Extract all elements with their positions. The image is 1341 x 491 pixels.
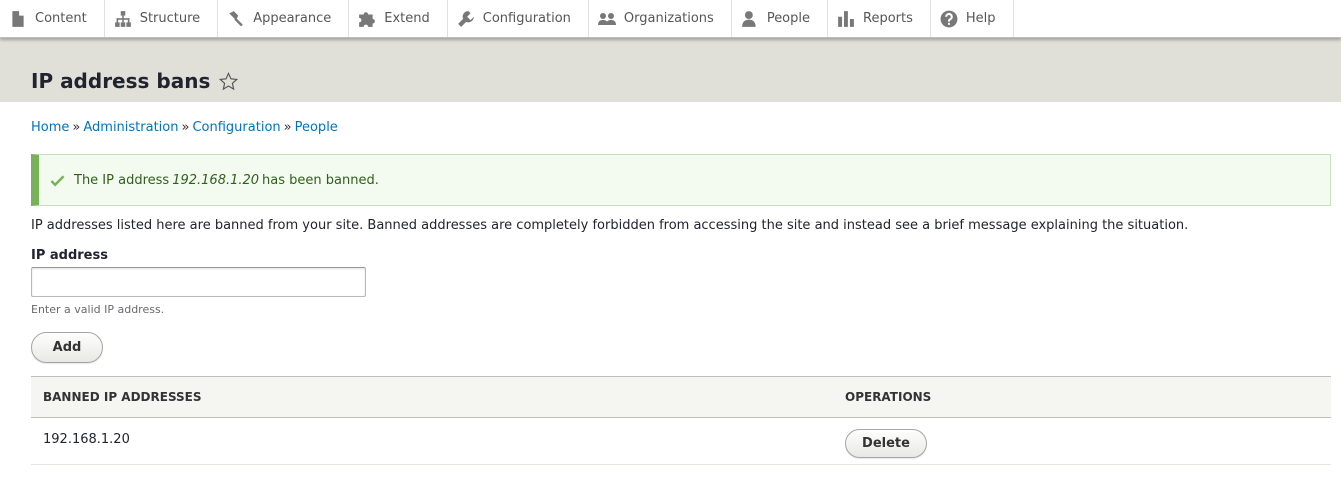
page-title-text: IP address bans bbox=[31, 69, 211, 93]
breadcrumb-people[interactable]: People bbox=[295, 120, 338, 135]
toolbar-item-content[interactable]: Content bbox=[0, 0, 105, 37]
toolbar-item-reports[interactable]: Reports bbox=[828, 0, 931, 37]
checkmark-icon bbox=[50, 173, 65, 188]
ip-address-input[interactable] bbox=[31, 267, 366, 297]
toolbar-item-label: Organizations bbox=[623, 11, 714, 26]
ip-address-label: IP address bbox=[31, 248, 108, 263]
breadcrumb-separator: » bbox=[181, 120, 190, 135]
toolbar-item-label: Help bbox=[965, 11, 996, 26]
banned-ip-table: BANNED IP ADDRESSES OPERATIONS 192.168.1… bbox=[31, 376, 1331, 465]
user-icon bbox=[741, 10, 759, 28]
toolbar-item-label: Extend bbox=[384, 11, 430, 26]
table-row: 192.168.1.20 Delete bbox=[31, 418, 1331, 465]
group-icon bbox=[597, 10, 616, 28]
toolbar-item-label: Reports bbox=[863, 11, 913, 26]
paintbrush-icon bbox=[227, 10, 245, 28]
toolbar-item-structure[interactable]: Structure bbox=[105, 0, 219, 37]
admin-toolbar: Content Structure Appearance Extend Conf… bbox=[0, 0, 1341, 38]
breadcrumb-home[interactable]: Home bbox=[31, 120, 69, 135]
help-icon bbox=[940, 10, 958, 28]
breadcrumb: Home» Administration» Configuration» People bbox=[31, 119, 338, 137]
toolbar-item-label: Structure bbox=[139, 11, 201, 26]
toolbar-item-label: Content bbox=[35, 11, 87, 26]
toolbar-item-appearance[interactable]: Appearance bbox=[218, 0, 350, 37]
status-prefix: The IP address bbox=[74, 172, 170, 188]
star-shortcut-icon[interactable] bbox=[219, 71, 239, 91]
ip-address-help: Enter a valid IP address. bbox=[31, 303, 165, 316]
breadcrumb-configuration[interactable]: Configuration bbox=[192, 120, 280, 135]
breadcrumb-separator: » bbox=[283, 120, 292, 135]
status-message: The IP address 192.168.1.20 has been ban… bbox=[31, 154, 1331, 206]
delete-button[interactable]: Delete bbox=[845, 429, 927, 458]
breadcrumb-administration[interactable]: Administration bbox=[83, 120, 178, 135]
status-ip: 192.168.1.20 bbox=[172, 172, 260, 188]
table-header: BANNED IP ADDRESSES OPERATIONS bbox=[31, 376, 1331, 418]
toolbar-item-label: Appearance bbox=[253, 11, 332, 26]
page-description: IP addresses listed here are banned from… bbox=[31, 218, 1189, 233]
toolbar-item-extend[interactable]: Extend bbox=[349, 0, 448, 37]
toolbar-item-label: Configuration bbox=[482, 11, 571, 26]
column-header-operations: OPERATIONS bbox=[845, 390, 932, 404]
status-suffix: has been banned. bbox=[262, 172, 379, 188]
file-icon bbox=[9, 10, 27, 28]
page-title: IP address bans bbox=[31, 68, 239, 94]
toolbar-item-organizations[interactable]: Organizations bbox=[589, 0, 732, 37]
breadcrumb-separator: » bbox=[72, 120, 81, 135]
sitemap-icon bbox=[114, 10, 132, 28]
puzzle-icon bbox=[358, 10, 376, 28]
add-button[interactable]: Add bbox=[31, 332, 103, 363]
wrench-icon bbox=[457, 10, 475, 28]
banned-ip-value: 192.168.1.20 bbox=[43, 432, 130, 447]
toolbar-item-label: People bbox=[766, 11, 811, 26]
toolbar-item-configuration[interactable]: Configuration bbox=[448, 0, 589, 37]
toolbar-item-people[interactable]: People bbox=[732, 0, 829, 37]
toolbar-item-help[interactable]: Help bbox=[931, 0, 1014, 37]
bar-chart-icon bbox=[837, 10, 855, 28]
column-header-banned-ip: BANNED IP ADDRESSES bbox=[43, 390, 202, 404]
